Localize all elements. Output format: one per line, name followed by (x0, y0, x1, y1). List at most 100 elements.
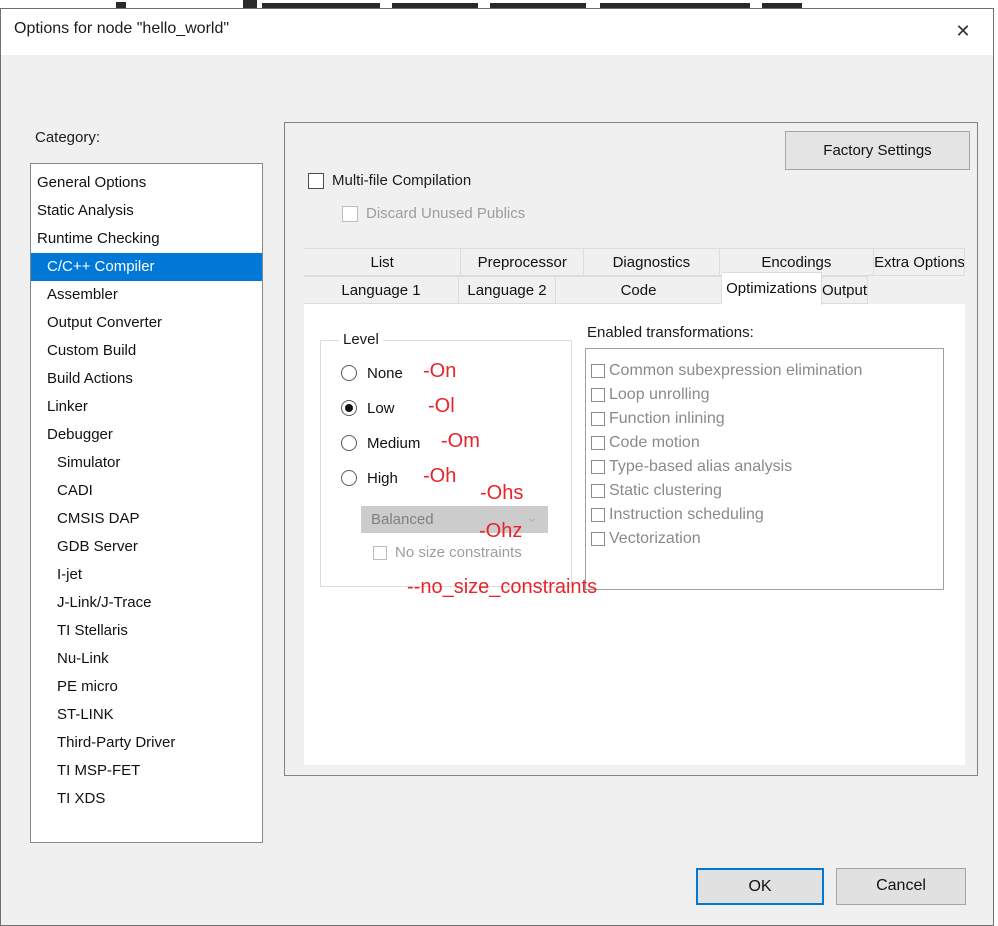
transformation-checkbox: Static clustering (591, 479, 943, 503)
transformation-label: Function inlining (609, 410, 725, 428)
category-list-item[interactable]: C/C++ Compiler (31, 253, 262, 281)
tab[interactable]: Preprocessor (461, 248, 584, 276)
checkbox-icon (591, 508, 605, 522)
transformation-checkbox: Loop unrolling (591, 383, 943, 407)
annotation-no-size-constraints: --no_size_constraints (407, 576, 597, 599)
category-list-item[interactable]: I-jet (31, 561, 262, 589)
level-radio-option[interactable]: Low -Ol (341, 398, 395, 418)
tab[interactable]: Output (822, 276, 868, 304)
category-list-item[interactable]: Simulator (31, 449, 262, 477)
category-list-item[interactable]: J-Link/J-Trace (31, 589, 262, 617)
radio-label: None (367, 365, 403, 382)
checkbox-icon (591, 460, 605, 474)
options-dialog: Options for node "hello_world" ✕ Categor… (0, 8, 994, 926)
factory-settings-button[interactable]: Factory Settings (785, 131, 970, 170)
no-size-constraints-checkbox: No size constraints (373, 544, 522, 561)
category-list-item[interactable]: Runtime Checking (31, 225, 262, 253)
transformation-checkbox: Instruction scheduling (591, 503, 943, 527)
no-size-constraints-label: No size constraints (395, 544, 522, 561)
annotation-text: -Oh (423, 465, 456, 488)
level-radio-option[interactable]: None -On (341, 363, 403, 383)
category-list-item[interactable]: TI XDS (31, 785, 262, 813)
checkbox-icon (591, 388, 605, 402)
checkbox-icon (373, 546, 387, 560)
transformation-label: Vectorization (609, 530, 701, 548)
category-list-item[interactable]: GDB Server (31, 533, 262, 561)
category-list-item[interactable]: CMSIS DAP (31, 505, 262, 533)
options-panel: Factory Settings Multi-file Compilation … (284, 122, 978, 776)
multi-file-compilation-label: Multi-file Compilation (332, 172, 471, 189)
transformation-label: Common subexpression elimination (609, 362, 862, 380)
optimizations-tab-page: Level None -On Low -Ol (304, 304, 965, 765)
category-list-item[interactable]: ST-LINK (31, 701, 262, 729)
radio-button-icon (341, 365, 357, 381)
category-list-item[interactable]: TI Stellaris (31, 617, 262, 645)
ok-button[interactable]: OK (696, 868, 824, 905)
transformation-checkbox: Type-based alias analysis (591, 455, 943, 479)
level-radio-option[interactable]: High -Oh (341, 468, 398, 488)
radio-label: High (367, 470, 398, 487)
title-bar: Options for node "hello_world" ✕ (1, 9, 993, 55)
cancel-button[interactable]: Cancel (836, 868, 966, 905)
category-list-item[interactable]: Nu-Link (31, 645, 262, 673)
dialog-title: Options for node "hello_world" (14, 20, 229, 38)
radio-label: Low (367, 400, 395, 417)
tab-row-1: List Preprocessor Diagnostics Encodings … (304, 248, 965, 276)
tab[interactable]: List (304, 248, 461, 276)
checkbox-icon (591, 484, 605, 498)
transformation-checkbox: Function inlining (591, 407, 943, 431)
category-list-item[interactable]: Output Converter (31, 309, 262, 337)
category-list-item[interactable]: Custom Build (31, 337, 262, 365)
tab[interactable]: Optimizations (722, 272, 822, 305)
category-list-item[interactable]: Assembler (31, 281, 262, 309)
radio-button-icon (341, 400, 357, 416)
radio-button-icon (341, 470, 357, 486)
level-group-box: Level None -On Low -Ol (320, 340, 572, 587)
level-group-title: Level (339, 331, 383, 348)
enabled-transformations-label: Enabled transformations: (587, 324, 754, 341)
category-label: Category: (35, 129, 100, 146)
category-list-item[interactable]: Static Analysis (31, 197, 262, 225)
checkbox-icon (591, 364, 605, 378)
category-list-item[interactable]: CADI (31, 477, 262, 505)
chevron-down-icon: ⌄ (525, 504, 538, 531)
annotation-text: -Om (441, 430, 480, 453)
tab[interactable]: Language 1 (304, 276, 459, 304)
transformation-checkbox: Common subexpression elimination (591, 359, 943, 383)
checkbox-icon (591, 532, 605, 546)
annotation-ohz: -Ohz (479, 520, 522, 543)
category-list-item[interactable]: Third-Party Driver (31, 729, 262, 757)
transformation-checkbox: Vectorization (591, 527, 943, 551)
category-list-item[interactable]: Linker (31, 393, 262, 421)
category-list-item[interactable]: Build Actions (31, 365, 262, 393)
discard-unused-publics-checkbox: Discard Unused Publics (342, 205, 525, 222)
radio-label: Medium (367, 435, 420, 452)
discard-unused-publics-label: Discard Unused Publics (366, 205, 525, 222)
tab-row-2: Language 1 Language 2 Code Optimizations… (304, 276, 965, 304)
tab[interactable]: Code (556, 276, 722, 304)
transformation-label: Static clustering (609, 482, 722, 500)
annotation-ohs: -Ohs (480, 482, 523, 505)
combobox-value: Balanced (371, 511, 434, 528)
annotation-text: -On (423, 360, 456, 383)
category-list-item[interactable]: TI MSP-FET (31, 757, 262, 785)
transformation-label: Instruction scheduling (609, 506, 764, 524)
transformation-label: Code motion (609, 434, 700, 452)
close-icon[interactable]: ✕ (951, 19, 975, 43)
category-list: General Options Static Analysis Runtime … (30, 163, 263, 843)
annotation-text: -Ol (428, 395, 455, 418)
transformation-label: Loop unrolling (609, 386, 710, 404)
checkbox-icon (342, 206, 358, 222)
checkbox-icon (308, 173, 324, 189)
level-radio-option[interactable]: Medium -Om (341, 433, 420, 453)
category-list-item[interactable]: General Options (31, 169, 262, 197)
tab[interactable]: Language 2 (459, 276, 556, 304)
category-list-item[interactable]: PE micro (31, 673, 262, 701)
multi-file-compilation-checkbox[interactable]: Multi-file Compilation (308, 172, 471, 189)
tab[interactable]: Extra Options (874, 248, 965, 276)
tab[interactable]: Diagnostics (584, 248, 720, 276)
background-clipped-text (0, 0, 998, 8)
transformation-label: Type-based alias analysis (609, 458, 792, 476)
enabled-transformations-list: Common subexpression elimination Loop un… (585, 348, 944, 590)
category-list-item[interactable]: Debugger (31, 421, 262, 449)
